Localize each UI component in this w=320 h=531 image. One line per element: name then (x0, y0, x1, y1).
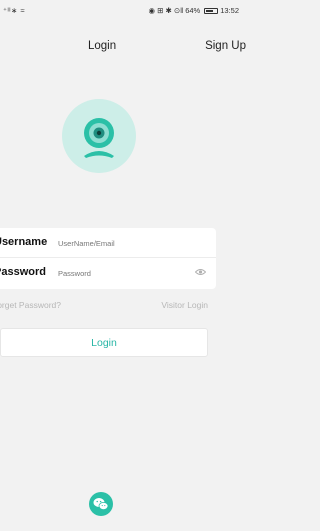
eye-icon[interactable] (195, 268, 206, 276)
wechat-icon (93, 498, 109, 510)
forgot-password-link[interactable]: Forget Password? (0, 300, 61, 310)
top-nav: Login Sign Up (0, 38, 251, 58)
page-title: Login (88, 40, 117, 52)
password-input[interactable] (58, 264, 178, 282)
username-input[interactable] (58, 234, 178, 252)
battery-percent: 64% (185, 6, 201, 15)
sign-up-link[interactable]: Sign Up (205, 40, 246, 52)
username-row: Username (0, 228, 216, 258)
clock: 13:52 (220, 6, 239, 15)
username-label: Username (0, 236, 48, 248)
login-form: Username Password (0, 228, 216, 289)
status-bar: ⁺ᴵᴵ∗ ≈ ◉ ⊞ ✱ ⊙‖ 64% 13:52 (0, 0, 251, 22)
password-label: Password (0, 266, 46, 278)
visitor-login-link[interactable]: Visitor Login (161, 300, 208, 310)
status-icons: ◉ ⊞ ✱ ⊙‖ (148, 6, 184, 15)
battery-icon (204, 7, 219, 14)
signal-wifi-icon: ⁺ᴵᴵ∗ ≈ (3, 6, 25, 15)
wechat-login-button[interactable] (89, 492, 113, 516)
password-row: Password (0, 258, 216, 288)
links-row: Forget Password? Visitor Login (0, 300, 251, 314)
status-icons-group: ◉ ⊞ ✱ ⊙‖ 64% 13:52 (148, 6, 239, 15)
camera-icon (62, 99, 136, 173)
login-button[interactable]: Login (0, 328, 208, 357)
